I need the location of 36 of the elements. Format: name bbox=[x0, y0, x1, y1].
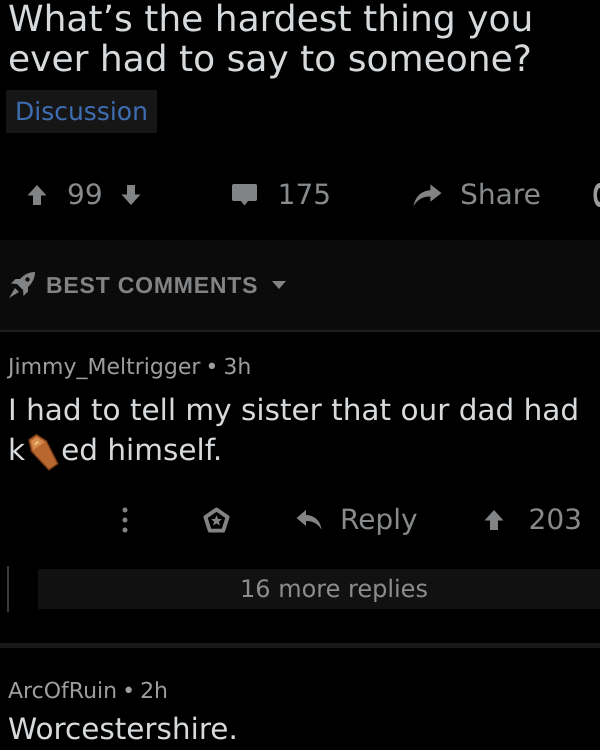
comment-text: k bbox=[8, 432, 26, 469]
vote-score: 99 bbox=[67, 178, 103, 212]
bullet-separator: • bbox=[122, 678, 136, 706]
comment-icon bbox=[232, 184, 257, 206]
pentagon-star-icon bbox=[203, 506, 230, 534]
post-title: What’s the hardest thing you ever had to say to someone? bbox=[7, 0, 534, 80]
cut-off-icon bbox=[593, 182, 600, 208]
comment-score: 203 bbox=[528, 502, 582, 538]
comments-button[interactable]: 175 bbox=[232, 178, 332, 212]
rocket-icon bbox=[8, 271, 36, 299]
share-arrow-icon bbox=[413, 182, 442, 208]
username-link[interactable]: Jimmy_Meltrigger bbox=[8, 353, 200, 383]
comment-text: I had to tell my sister that our dad had bbox=[8, 392, 580, 429]
caret-down-icon bbox=[272, 281, 286, 289]
flair-tag: Discussion bbox=[6, 90, 157, 133]
thread-line bbox=[7, 566, 9, 612]
upvote-button[interactable] bbox=[27, 184, 47, 206]
share-button[interactable]: Share bbox=[413, 178, 541, 212]
upvote-arrow-icon bbox=[27, 184, 47, 206]
vertical-dots-icon bbox=[122, 507, 128, 533]
reply-arrow-icon bbox=[296, 509, 322, 531]
more-replies-button[interactable]: 16 more replies bbox=[38, 569, 600, 609]
comment-age: 3h bbox=[223, 354, 252, 382]
username-link[interactable]: ArcOfRuin bbox=[8, 677, 118, 707]
comment-text: Worcestershire. bbox=[8, 712, 238, 746]
more-options-button[interactable] bbox=[122, 507, 128, 533]
sort-button[interactable]: BEST COMMENTS bbox=[8, 270, 286, 300]
comment-text: ed himself. bbox=[61, 432, 222, 469]
downvote-button[interactable] bbox=[120, 184, 142, 206]
upvote-button[interactable] bbox=[484, 509, 504, 531]
award-button[interactable] bbox=[203, 506, 230, 534]
comment-age: 2h bbox=[140, 678, 168, 706]
downvote-arrow-icon bbox=[120, 184, 142, 206]
bullet-separator: • bbox=[205, 354, 218, 382]
reply-button[interactable]: Reply bbox=[296, 502, 418, 538]
upvote-arrow-icon bbox=[484, 509, 504, 531]
